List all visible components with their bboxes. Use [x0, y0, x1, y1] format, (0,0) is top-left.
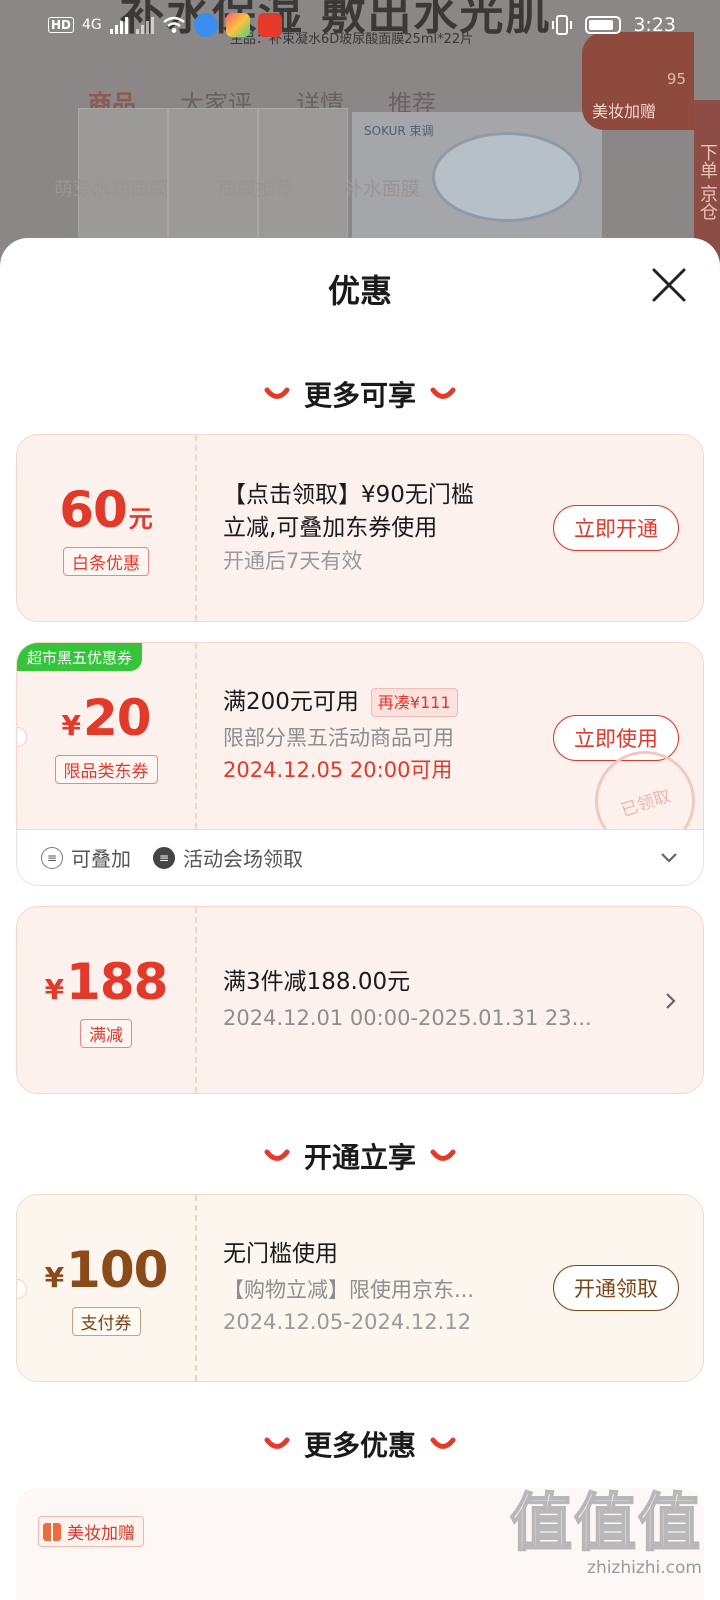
section-heading: 更多可享 — [0, 374, 720, 414]
currency-symbol: ¥ — [61, 708, 81, 742]
venue-claim-label: 活动会场领取 — [183, 847, 303, 871]
signal-icon — [109, 16, 128, 34]
bg-search-hint: 萌芽水润面膜 — [54, 178, 169, 200]
browser-app-icon — [193, 13, 218, 37]
coupon-value: ¥188 满减 — [17, 907, 197, 1093]
activate-claim-button[interactable]: 开通领取 — [553, 1265, 679, 1311]
coupon-type-tag: 限品类东券 — [54, 754, 158, 784]
coupon-type-tag: 支付券 — [71, 1306, 141, 1336]
coupon-value: ¥100 支付券 — [17, 1195, 197, 1381]
bg-search-hints: 萌芽水润面膜 面膜推荐 补水面膜 — [54, 174, 654, 200]
coupon-footer[interactable]: ≡ 可叠加 ≡ 活动会场领取 — [16, 830, 704, 886]
stackable-label: 可叠加 — [71, 847, 131, 871]
smile-icon — [264, 387, 290, 399]
coupon-title-2: 立减,可叠加东券使用 — [223, 515, 438, 542]
battery-icon — [585, 16, 622, 34]
coupon-validity: 开通后7天有效 — [223, 548, 363, 573]
coupon-value: ¥20 限品类东券 — [17, 643, 197, 829]
activate-now-button[interactable]: 立即开通 — [553, 505, 679, 551]
discount-sheet: 优惠 更多可享 60 元 白条优惠 【点击领取】¥90无门槛 立减,可叠加东券使用… — [0, 238, 720, 1600]
payment-coupon-card: ¥100 支付券 无门槛使用 【购物立减】限使用京东... 2024.12.05… — [16, 1194, 704, 1382]
coupon-amount: 20 — [82, 688, 152, 747]
jd-app-icon — [257, 13, 282, 37]
currency-symbol: ¥ — [44, 972, 65, 1006]
coupon-start-time: 2024.12.05 20:00可用 — [223, 757, 453, 782]
section-title: 更多优惠 — [303, 1429, 416, 1462]
bg-search-hint: 补水面膜 — [344, 178, 421, 200]
signal-icon — [135, 16, 154, 34]
smile-icon — [264, 1437, 290, 1449]
bg-search-hint: 面膜推荐 — [218, 178, 295, 200]
coupon-scope: 【购物立减】限使用京东... — [223, 1278, 475, 1303]
hd-icon: HD — [48, 17, 75, 33]
clock: 3:23 — [633, 14, 676, 36]
venue-claim-item: ≡ 活动会场领取 — [153, 843, 303, 872]
ticket-icon: ≡ — [153, 846, 175, 869]
smile-icon — [264, 1149, 290, 1161]
coupon-desc: 无门槛使用 【购物立减】限使用京东... 2024.12.05-2024.12.… — [223, 1195, 474, 1381]
bg-side-banner: 下单 京仓 — [694, 100, 720, 260]
chevron-down-icon[interactable] — [659, 852, 679, 864]
black-friday-coupon-card: 超市黑五优惠券 ¥20 限品类东券 满200元可用 再凑¥111 限部分黑五活动商… — [16, 642, 704, 830]
coupon-period: 2024.12.05-2024.12.12 — [223, 1309, 472, 1334]
vibrate-icon — [552, 15, 573, 35]
watermark-glyphs: 值值值 — [509, 1485, 702, 1560]
sheet-title: 优惠 — [327, 272, 392, 310]
coupon-type-tag: 满减 — [80, 1018, 132, 1048]
section-heading: 更多优惠 — [0, 1424, 720, 1464]
coupon-desc: 【点击领取】¥90无门槛 立减,可叠加东券使用 开通后7天有效 — [223, 435, 474, 621]
beauty-gift-tag: 美妆加赠 — [38, 1516, 144, 1547]
smile-icon — [430, 1149, 456, 1161]
coupon-unit: 元 — [128, 504, 153, 533]
coupon-title: 满3件减188.00元 — [223, 968, 411, 995]
chevron-right-icon[interactable] — [665, 991, 677, 1011]
currency-symbol: ¥ — [44, 1260, 65, 1294]
bg-badge-label: 美妆加赠 — [592, 102, 657, 121]
coupon-period: 2024.12.01 00:00-2025.01.31 23... — [223, 1005, 592, 1030]
stackable-item: ≡ 可叠加 — [41, 843, 131, 872]
coupon-title: 满200元可用 再凑¥111 — [223, 686, 458, 719]
smile-icon — [430, 1437, 456, 1449]
section-title: 开通立享 — [303, 1141, 416, 1174]
coupon-title: 【点击领取】¥90无门槛 — [223, 481, 474, 508]
store-app-icon — [225, 13, 250, 37]
gift-icon — [43, 1522, 61, 1541]
close-icon[interactable] — [648, 264, 690, 306]
add-more-pill: 再凑¥111 — [370, 687, 458, 717]
coupon-scope: 限部分黑五活动商品可用 — [223, 726, 454, 751]
status-bar: HD 4G 3:23 — [0, 0, 720, 50]
bg-product-brand: SOKUR 束调 — [364, 124, 434, 138]
coupon-amount: 100 — [66, 1240, 168, 1299]
stack-icon: ≡ — [41, 846, 63, 869]
section-heading: 开通立享 — [0, 1136, 720, 1176]
coupon-threshold: 满200元可用 — [223, 688, 359, 715]
watermark-logo: 值值值 zhizhizhi.com — [509, 1472, 702, 1578]
network-type: 4G — [82, 17, 102, 33]
wifi-icon — [163, 16, 185, 33]
coupon-title: 无门槛使用 — [223, 1240, 338, 1267]
coupon-desc: 满3件减188.00元 2024.12.01 00:00-2025.01.31 … — [223, 907, 592, 1093]
beauty-gift-label: 美妆加赠 — [67, 1524, 135, 1544]
section-title: 更多可享 — [303, 379, 416, 412]
coupon-amount: 60 — [59, 480, 128, 539]
smile-icon — [430, 387, 456, 399]
bg-badge-number: 95 — [666, 70, 686, 88]
coupon-amount: 188 — [66, 952, 168, 1011]
coupon-desc: 满200元可用 再凑¥111 限部分黑五活动商品可用 2024.12.05 20:… — [223, 643, 458, 829]
coupon-type-tag: 白条优惠 — [63, 546, 149, 576]
coupon-value: 60 元 白条优惠 — [17, 435, 197, 621]
full-reduction-card[interactable]: ¥188 满减 满3件减188.00元 2024.12.01 00:00-202… — [16, 906, 704, 1094]
baitiao-coupon-card: 60 元 白条优惠 【点击领取】¥90无门槛 立减,可叠加东券使用 开通后7天有效… — [16, 434, 704, 622]
